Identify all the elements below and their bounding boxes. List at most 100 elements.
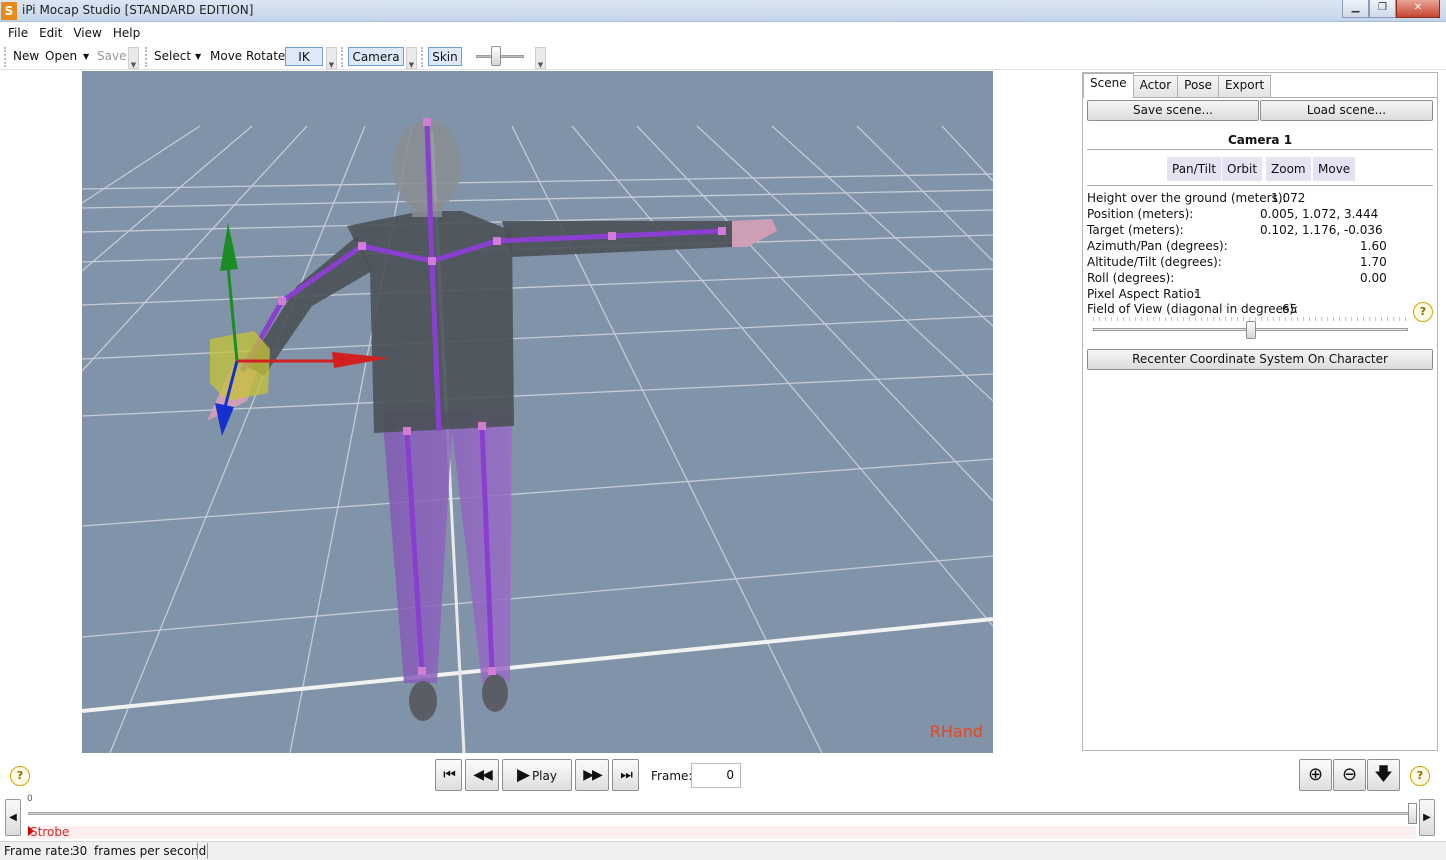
skin-toggle[interactable]: Skin — [428, 47, 462, 66]
rotate-button[interactable]: Rotate — [246, 47, 285, 66]
floor-grid — [82, 125, 993, 753]
frame-input[interactable]: 0 — [691, 763, 741, 788]
select-dropdown-icon[interactable]: ▼ — [195, 47, 201, 66]
menu-file[interactable]: File — [4, 23, 35, 42]
frame-rate-units: frames per second — [94, 844, 207, 858]
down-arrow-button[interactable]: 🡇 — [1367, 759, 1400, 791]
menu-bar: File Edit View Help — [0, 23, 1446, 42]
azimuth-label: Azimuth/Pan (degrees): — [1087, 239, 1228, 253]
zoom-out-icon: ⊖ — [1341, 764, 1358, 785]
menu-help[interactable]: Help — [109, 23, 147, 42]
help-icon[interactable]: ? — [10, 766, 30, 786]
height-label: Height over the ground (meters): — [1087, 191, 1287, 205]
select-button[interactable]: Select — [154, 47, 191, 66]
last-frame-button[interactable]: ⏭ — [612, 759, 639, 791]
tab-pose[interactable]: Pose — [1177, 75, 1219, 97]
toolbar-overflow-icon[interactable]: ▼ — [128, 47, 139, 69]
tab-actor[interactable]: Actor — [1132, 75, 1179, 97]
floor-axis-x — [82, 617, 993, 713]
timeline-scroll-right-button[interactable]: ▶ — [1419, 799, 1435, 836]
altitude-label: Altitude/Tilt (degrees): — [1087, 255, 1222, 269]
title-bar: S iPi Mocap Studio [STANDARD EDITION] ▁ … — [0, 0, 1446, 22]
frame-rate-label: Frame rate: — [4, 844, 74, 858]
toolbar-grip[interactable] — [4, 47, 7, 67]
save-button[interactable]: Save — [97, 47, 126, 66]
target-value: 0.102, 1.176, -0.036 — [1260, 223, 1383, 237]
play-label: Play — [531, 769, 557, 783]
maximize-button[interactable]: ❐ — [1369, 0, 1396, 18]
frame-label: Frame: — [651, 769, 693, 783]
camera-title: Camera 1 — [1227, 133, 1293, 147]
tab-divider — [1083, 97, 1437, 98]
target-label: Target (meters): — [1087, 223, 1184, 237]
3d-viewport[interactable]: RHand — [82, 71, 993, 753]
status-divider — [197, 843, 198, 859]
panel-tabs: Scene Actor Pose Export — [1083, 73, 1272, 98]
close-button[interactable]: ✕ — [1396, 0, 1440, 18]
altitude-value: 1.70 — [1360, 255, 1387, 269]
orbit-button[interactable]: Orbit — [1222, 157, 1263, 181]
fov-slider-thumb[interactable] — [1246, 321, 1256, 339]
recenter-button[interactable]: Recenter Coordinate System On Character — [1087, 349, 1433, 370]
menu-view[interactable]: View — [69, 23, 108, 42]
ik-toggle[interactable]: IK — [285, 47, 323, 66]
strobe-track[interactable] — [28, 826, 1416, 839]
arrow-down-icon: 🡇 — [1374, 764, 1393, 785]
tab-scene[interactable]: Scene — [1083, 73, 1134, 98]
play-button[interactable]: ▶ Play — [502, 759, 572, 791]
minimize-button[interactable]: ▁ — [1342, 0, 1369, 18]
frame-rate-value: 30 — [72, 844, 88, 858]
load-scene-button[interactable]: Load scene... — [1260, 100, 1433, 121]
divider — [1087, 149, 1433, 150]
toolbar-grip[interactable] — [341, 47, 344, 67]
zoom-out-button[interactable]: ⊖ — [1333, 759, 1366, 791]
rewind-button[interactable]: ◀◀ — [465, 759, 499, 791]
fov-help-icon[interactable]: ? — [1413, 302, 1433, 322]
position-value: 0.005, 1.072, 3.444 — [1260, 207, 1379, 221]
camera-select[interactable]: Camera 1 — [348, 47, 404, 83]
help-icon[interactable]: ? — [1410, 766, 1430, 786]
save-scene-button[interactable]: Save scene... — [1087, 100, 1259, 121]
toolbar: New Open ▼ Save ▼ Select ▼ Move Rotate I… — [0, 43, 1446, 83]
toolbar-grip[interactable] — [145, 47, 148, 67]
open-button[interactable]: Open — [45, 47, 77, 66]
fov-value: 65 — [1282, 302, 1298, 316]
scene-render — [82, 118, 993, 753]
roll-label: Roll (degrees): — [1087, 271, 1175, 285]
position-label: Position (meters): — [1087, 207, 1194, 221]
fast-forward-icon: ▶▶ — [583, 767, 602, 783]
properties-panel: Scene Actor Pose Export Save scene... Lo… — [1082, 72, 1438, 751]
timeline-start-tick: 0 — [27, 794, 33, 804]
azimuth-value: 1.60 — [1360, 239, 1387, 253]
timeline-track[interactable] — [28, 812, 1416, 815]
play-icon: ▶ — [517, 765, 530, 785]
toolbar-overflow-icon[interactable]: ▼ — [406, 47, 417, 69]
fast-forward-button[interactable]: ▶▶ — [575, 759, 609, 791]
rewind-icon: ◀◀ — [473, 767, 492, 783]
zoom-in-icon: ⊕ — [1307, 764, 1324, 785]
toolbar-overflow-icon[interactable]: ▼ — [326, 47, 337, 69]
status-divider — [207, 843, 208, 859]
status-bar: Frame rate: 30 frames per second — [0, 841, 1446, 860]
new-button[interactable]: New — [13, 47, 39, 66]
menu-edit[interactable]: Edit — [35, 23, 69, 42]
tab-export[interactable]: Export — [1217, 75, 1272, 97]
zoom-button[interactable]: Zoom — [1266, 157, 1311, 181]
pan-tilt-button[interactable]: Pan/Tilt — [1167, 157, 1222, 181]
skip-start-icon: ⏮ — [443, 767, 456, 783]
arrow-left-icon: ◀ — [9, 812, 17, 823]
toolbar-overflow-icon[interactable]: ▼ — [535, 47, 546, 69]
skin-opacity-slider-thumb[interactable] — [491, 46, 501, 66]
open-dropdown-icon[interactable]: ▼ — [83, 47, 89, 66]
timeline-end-thumb[interactable] — [1408, 803, 1417, 824]
roll-value: 0.00 — [1360, 271, 1387, 285]
zoom-in-button[interactable]: ⊕ — [1299, 759, 1332, 791]
move-button[interactable]: Move — [210, 47, 242, 66]
timeline-scroll-left-button[interactable]: ◀ — [5, 799, 21, 836]
toolbar-grip[interactable] — [421, 47, 424, 67]
fov-label: Field of View (diagonal in degrees): — [1087, 302, 1299, 316]
move-button[interactable]: Move — [1313, 157, 1356, 181]
pixel-aspect-value: 1 — [1194, 287, 1202, 301]
first-frame-button[interactable]: ⏮ — [435, 759, 462, 791]
selected-bone-label: RHand — [929, 722, 983, 741]
